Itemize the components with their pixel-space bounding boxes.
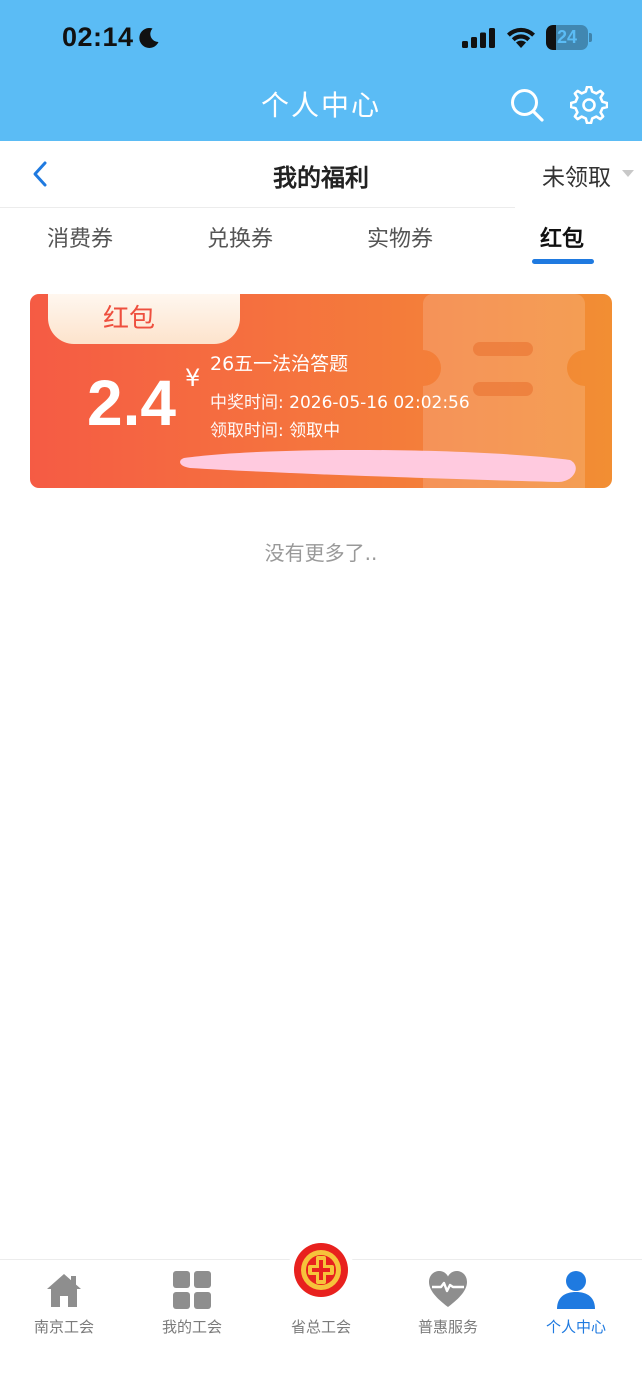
top-header: 02:14 24 个人中心 <box>0 0 642 141</box>
coupon-name: 26五一法治答题 <box>210 353 349 375</box>
nav-item-nanjing-union[interactable]: 南京工会 <box>0 1260 128 1360</box>
battery-indicator: 24 <box>546 25 592 50</box>
grid-icon <box>173 1271 211 1309</box>
win-time-row: 中奖时间: 2026-05-16 02:02:56 <box>210 388 470 413</box>
nav-item-personal-center[interactable]: 个人中心 <box>512 1260 640 1360</box>
status-filter-value: 未领取 <box>542 165 611 191</box>
gear-icon[interactable] <box>570 86 608 124</box>
status-time: 02:14 <box>62 22 134 52</box>
nav-item-benefit-services[interactable]: 普惠服务 <box>384 1260 512 1360</box>
tab-red-packet[interactable]: 红包 <box>482 221 642 253</box>
nav-label: 个人中心 <box>545 1318 606 1336</box>
caret-down-icon <box>622 170 634 177</box>
person-icon <box>557 1271 595 1309</box>
signal-icon <box>462 28 495 48</box>
search-icon[interactable] <box>509 87 545 123</box>
currency-symbol: ¥ <box>185 364 201 392</box>
active-tab-indicator <box>532 259 594 264</box>
coupon-type-tag: 红包 <box>48 294 240 344</box>
moon-icon <box>139 27 159 48</box>
claim-time-value: 领取中 <box>289 421 341 441</box>
coupon-type-label: 红包 <box>102 304 155 334</box>
redaction-mark <box>180 449 576 482</box>
battery-level: 24 <box>556 27 578 47</box>
nav-label: 我的工会 <box>161 1318 222 1336</box>
win-time-value: 2026-05-16 02:02:56 <box>289 393 470 413</box>
page: 02:14 24 个人中心 我的福利 未领取 消费券 兑换券 实物券 红包 红包… <box>0 0 642 1389</box>
nav-label: 省总工会 <box>290 1318 351 1336</box>
claim-time-row: 领取时间: 领取中 <box>210 416 340 441</box>
tab-physical-coupon[interactable]: 实物券 <box>320 221 480 253</box>
win-time-label: 中奖时间: <box>210 393 284 413</box>
coupon-tabs: 消费券 兑换券 实物券 红包 <box>0 208 642 268</box>
battery-body: 24 <box>546 25 588 50</box>
union-emblem-icon <box>294 1243 348 1297</box>
sub-header: 我的福利 未领取 <box>0 141 642 208</box>
coupon-amount: 2.4 <box>87 367 176 439</box>
tab-consumption-coupon[interactable]: 消费券 <box>0 221 160 253</box>
red-packet-card[interactable]: 红包 2.4 ¥ 26五一法治答题 中奖时间: 2026-05-16 02:02… <box>30 294 612 488</box>
battery-cap <box>589 33 592 42</box>
nav-label: 普惠服务 <box>417 1318 478 1336</box>
home-icon <box>47 1274 81 1307</box>
tab-exchange-coupon[interactable]: 兑换券 <box>160 221 320 253</box>
claim-time-label: 领取时间: <box>210 421 284 441</box>
heart-icon <box>429 1271 467 1307</box>
nav-item-my-union[interactable]: 我的工会 <box>128 1260 256 1360</box>
wifi-icon <box>507 27 535 48</box>
list-end-text: 没有更多了.. <box>264 541 378 565</box>
nav-label: 南京工会 <box>33 1318 94 1336</box>
page-title: 个人中心 <box>260 89 381 122</box>
provincial-union-button[interactable] <box>288 1237 354 1303</box>
status-filter-select[interactable]: 未领取 <box>542 158 634 191</box>
